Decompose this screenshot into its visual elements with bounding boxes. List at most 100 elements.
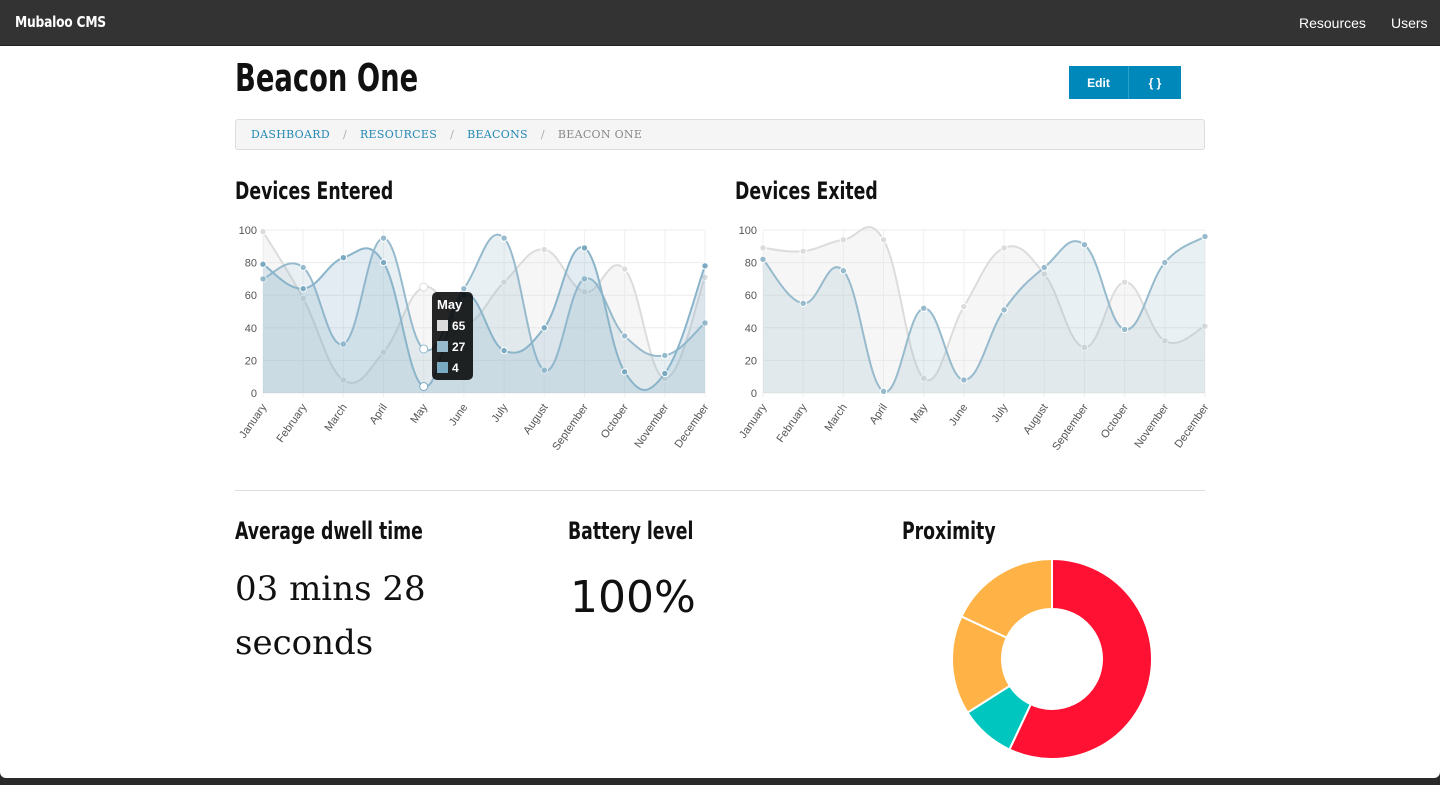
data-point [620,368,629,376]
y-tick-label: 20 [245,355,257,367]
data-point [620,265,629,273]
breadcrumb-resources[interactable]: RESOURCES [360,128,437,141]
data-point [960,376,968,384]
data-point [540,245,548,254]
x-tick-label: July [989,401,1010,424]
page-title: Beacon One [235,56,419,100]
x-tick-label: June [447,402,471,428]
data-point [799,299,807,308]
battery-level-value: 100% [570,572,696,623]
y-tick-label: 20 [745,355,757,367]
nav-resources-link[interactable]: Resources [1299,15,1366,31]
data-point [460,284,468,293]
y-tick-label: 80 [245,258,257,270]
data-point [879,236,888,244]
data-point [580,244,589,252]
data-point [1040,263,1048,272]
data-point [379,258,388,267]
data-point [540,324,548,332]
data-point [500,346,508,355]
breadcrumb: DASHBOARD / RESOURCES / BEACONS / BEACON… [235,119,1205,150]
data-point [259,227,267,236]
data-point [620,332,629,340]
data-point [1000,306,1008,314]
data-point [839,267,848,275]
devices-exited-title: Devices Exited [735,177,878,205]
x-tick-label: January [737,401,770,440]
brand-logo[interactable]: Mubaloo CMS [15,13,106,31]
tooltip-swatch [437,362,448,373]
data-point [1201,232,1209,241]
y-tick-label: 100 [739,225,757,237]
y-tick-label: 60 [245,290,257,302]
data-point [1080,240,1089,249]
breadcrumb-beacons[interactable]: BEACONS [467,128,528,141]
data-point [379,234,388,242]
y-tick-label: 0 [751,388,757,400]
data-point [759,244,767,252]
data-point [839,236,848,244]
data-point [299,284,307,293]
x-tick-label: November [1132,402,1171,451]
x-tick-label: December [1173,402,1210,451]
y-tick-label: 60 [745,290,757,302]
action-button-group: Edit { } [1069,66,1181,99]
x-tick-label: November [632,402,671,451]
x-tick-label: October [599,402,631,441]
tooltip-swatch [437,341,448,352]
data-point [500,234,508,242]
app-window: Mubaloo CMS Resources Users Beacon One E… [0,0,1440,778]
x-tick-label: September [550,402,591,453]
x-tick-label: March [322,402,349,434]
data-point [701,262,709,270]
data-point [1161,258,1169,267]
x-tick-label: July [489,401,510,424]
data-point [960,302,968,311]
data-point [759,255,767,264]
devices-exited-chart[interactable]: 0 20 40 60 80 100 January February March April May… [730,222,1210,462]
data-point [1120,325,1129,334]
x-tick-label: October [1099,402,1131,441]
x-tick-label: September [1050,402,1091,453]
edit-button[interactable]: Edit [1069,66,1129,99]
x-tick-label: December [673,402,710,451]
x-tick-label: June [947,402,971,428]
chart-tooltip: May 65 27 4 [432,292,473,380]
y-tick-label: 100 [239,225,257,237]
data-point [419,381,429,391]
proximity-title: Proximity [902,517,996,545]
tooltip-row: 4 [437,357,468,378]
data-point [799,247,807,255]
breadcrumb-separator: / [540,128,545,141]
data-point [879,387,888,396]
tooltip-row: 27 [437,336,468,357]
data-point [661,351,669,360]
x-tick-label: August [521,402,550,437]
dwell-time-title: Average dwell time [235,517,423,545]
data-point [661,369,669,378]
dwell-time-value: 03 mins 28 seconds [235,569,426,663]
y-tick-label: 80 [745,258,757,270]
breadcrumb-current: BEACON ONE [557,128,643,141]
data-point [419,282,429,292]
tooltip-value: 27 [452,339,466,354]
breadcrumb-dashboard[interactable]: DASHBOARD [251,128,330,141]
breadcrumb-separator: / [450,128,455,141]
nav-users-link[interactable]: Users [1391,15,1428,31]
x-tick-label: March [822,402,849,434]
top-navbar: Mubaloo CMS Resources Users [0,0,1440,46]
x-tick-label: February [275,401,310,444]
x-tick-label: January [237,401,270,440]
x-tick-label: May [908,401,930,425]
data-point [339,254,348,262]
x-tick-label: April [368,402,390,427]
y-tick-label: 40 [245,323,257,335]
tooltip-value: 65 [452,318,466,333]
x-tick-label: April [868,402,890,427]
tooltip-value: 4 [452,360,459,375]
proximity-donut-chart[interactable] [950,557,1155,762]
x-tick-label: August [1021,402,1050,437]
data-point [259,260,267,268]
breadcrumb-separator: / [342,128,347,141]
json-view-button[interactable]: { } [1129,66,1181,99]
